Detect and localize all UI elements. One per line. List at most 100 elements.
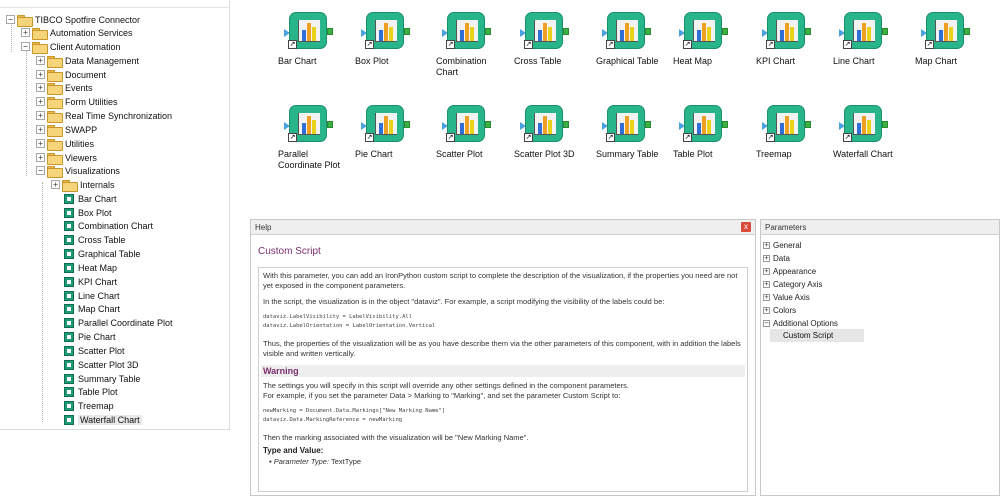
node-tile[interactable]: ↗ <box>520 105 569 145</box>
tree-item-real-time-synchronization[interactable]: + Real Time Synchronization <box>36 109 172 123</box>
output-port-icon[interactable] <box>805 28 811 35</box>
output-port-icon[interactable] <box>645 28 651 35</box>
output-port-icon[interactable] <box>882 28 888 35</box>
tree-node-scatter-plot-3d[interactable]: Scatter Plot 3D <box>64 358 139 371</box>
tree-item-tibco-spotfire-connector[interactable]: − TIBCO Spotfire Connector <box>6 13 140 27</box>
output-port-icon[interactable] <box>563 121 569 128</box>
tree-item-data-management[interactable]: + Data Management <box>36 54 139 68</box>
palette-node-box-plot[interactable]: ↗ Box Plot <box>355 12 435 82</box>
node-tile[interactable]: ↗ <box>361 12 410 52</box>
tree-node-treemap[interactable]: Treemap <box>64 399 114 412</box>
param-group-additional-options[interactable]: − Additional Options <box>763 317 838 329</box>
output-port-icon[interactable] <box>404 121 410 128</box>
node-tile[interactable]: ↗ <box>762 12 811 52</box>
output-port-icon[interactable] <box>485 121 491 128</box>
param-group-category-axis[interactable]: + Category Axis <box>763 278 822 290</box>
output-port-icon[interactable] <box>404 28 410 35</box>
expand-icon[interactable]: + <box>51 180 60 189</box>
palette-node-scatter-plot-3d[interactable]: ↗ Scatter Plot 3D <box>514 105 594 175</box>
param-group-appearance[interactable]: + Appearance <box>763 265 816 277</box>
param-group-colors[interactable]: + Colors <box>763 304 796 316</box>
node-tile[interactable]: ↗ <box>602 105 651 145</box>
tree-item-utilities[interactable]: + Utilities <box>36 137 94 151</box>
tree-item-client-automation[interactable]: − Client Automation <box>21 40 121 54</box>
tree-node-pie-chart[interactable]: Pie Chart <box>64 330 116 343</box>
expand-icon[interactable]: + <box>763 267 770 275</box>
palette-node-treemap[interactable]: ↗ Treemap <box>756 105 836 175</box>
tree-item-swapp[interactable]: + SWAPP <box>36 123 97 137</box>
expand-icon[interactable]: + <box>36 111 45 120</box>
tree-node-parallel-coordinate-plot[interactable]: Parallel Coordinate Plot <box>64 316 173 329</box>
palette-node-scatter-plot[interactable]: ↗ Scatter Plot <box>436 105 516 175</box>
collapse-icon[interactable]: − <box>6 15 15 24</box>
expand-icon[interactable]: + <box>36 70 45 79</box>
node-tile[interactable]: ↗ <box>284 105 333 145</box>
tree-node-graphical-table[interactable]: Graphical Table <box>64 247 140 260</box>
tree-item-automation-services[interactable]: + Automation Services <box>21 26 133 40</box>
palette-node-line-chart[interactable]: ↗ Line Chart <box>833 12 913 82</box>
collapse-icon[interactable]: − <box>36 166 45 175</box>
palette-node-kpi-chart[interactable]: ↗ KPI Chart <box>756 12 836 82</box>
palette-node-pie-chart[interactable]: ↗ Pie Chart <box>355 105 435 175</box>
tree-node-line-chart[interactable]: Line Chart <box>64 289 120 302</box>
node-tile[interactable]: ↗ <box>442 12 491 52</box>
node-tile[interactable]: ↗ <box>602 12 651 52</box>
node-tile[interactable]: ↗ <box>442 105 491 145</box>
tree-item-internals[interactable]: + Internals <box>51 178 115 192</box>
tree-node-map-chart[interactable]: Map Chart <box>64 302 120 315</box>
node-tile[interactable]: ↗ <box>284 12 333 52</box>
tree-node-heat-map[interactable]: Heat Map <box>64 261 117 274</box>
tree-item-viewers[interactable]: + Viewers <box>36 151 97 165</box>
tree-node-scatter-plot[interactable]: Scatter Plot <box>64 344 125 357</box>
param-custom-script[interactable]: Custom Script <box>770 329 864 342</box>
param-group-data[interactable]: + Data <box>763 252 790 264</box>
expand-icon[interactable]: + <box>763 280 770 288</box>
tree-item-form-utilities[interactable]: + Form Utilities <box>36 95 118 109</box>
tree-node-cross-table[interactable]: Cross Table <box>64 233 125 246</box>
palette-node-map-chart[interactable]: ↗ Map Chart <box>915 12 995 82</box>
expand-icon[interactable]: + <box>36 139 45 148</box>
output-port-icon[interactable] <box>722 121 728 128</box>
collapse-icon[interactable]: − <box>763 319 770 327</box>
palette-node-parallel-coordinate-plot[interactable]: ↗ Parallel Coordinate Plot <box>278 105 358 175</box>
palette-node-waterfall-chart[interactable]: ↗ Waterfall Chart <box>833 105 913 175</box>
tree-node-box-plot[interactable]: Box Plot <box>64 206 112 219</box>
output-port-icon[interactable] <box>722 28 728 35</box>
tree-node-table-plot[interactable]: Table Plot <box>64 385 118 398</box>
expand-icon[interactable]: + <box>36 153 45 162</box>
output-port-icon[interactable] <box>964 28 970 35</box>
node-tile[interactable]: ↗ <box>921 12 970 52</box>
tree-item-visualizations[interactable]: − Visualizations <box>36 164 120 178</box>
node-tile[interactable]: ↗ <box>839 12 888 52</box>
expand-icon[interactable]: + <box>763 254 770 262</box>
expand-icon[interactable]: + <box>763 241 770 249</box>
output-port-icon[interactable] <box>327 121 333 128</box>
palette-node-summary-table[interactable]: ↗ Summary Table <box>596 105 676 175</box>
palette-node-combination-chart[interactable]: ↗ Combination Chart <box>436 12 516 82</box>
node-tile[interactable]: ↗ <box>762 105 811 145</box>
output-port-icon[interactable] <box>882 121 888 128</box>
tree-item-events[interactable]: + Events <box>36 81 93 95</box>
node-tile[interactable]: ↗ <box>361 105 410 145</box>
node-tile[interactable]: ↗ <box>839 105 888 145</box>
expand-icon[interactable]: + <box>21 28 30 37</box>
palette-node-heat-map[interactable]: ↗ Heat Map <box>673 12 753 82</box>
palette-node-cross-table[interactable]: ↗ Cross Table <box>514 12 594 82</box>
expand-icon[interactable]: + <box>763 293 770 301</box>
tree-node-waterfall-chart[interactable]: Waterfall Chart <box>64 413 142 426</box>
output-port-icon[interactable] <box>327 28 333 35</box>
output-port-icon[interactable] <box>485 28 491 35</box>
collapse-icon[interactable]: − <box>21 42 30 51</box>
expand-icon[interactable]: + <box>36 83 45 92</box>
tree-node-bar-chart[interactable]: Bar Chart <box>64 192 117 205</box>
node-tile[interactable]: ↗ <box>679 12 728 52</box>
output-port-icon[interactable] <box>563 28 569 35</box>
node-tile[interactable]: ↗ <box>679 105 728 145</box>
expand-icon[interactable]: + <box>763 306 770 314</box>
param-group-value-axis[interactable]: + Value Axis <box>763 291 810 303</box>
palette-node-table-plot[interactable]: ↗ Table Plot <box>673 105 753 175</box>
close-icon[interactable]: x <box>741 222 751 232</box>
expand-icon[interactable]: + <box>36 97 45 106</box>
expand-icon[interactable]: + <box>36 56 45 65</box>
tree-node-kpi-chart[interactable]: KPI Chart <box>64 275 117 288</box>
